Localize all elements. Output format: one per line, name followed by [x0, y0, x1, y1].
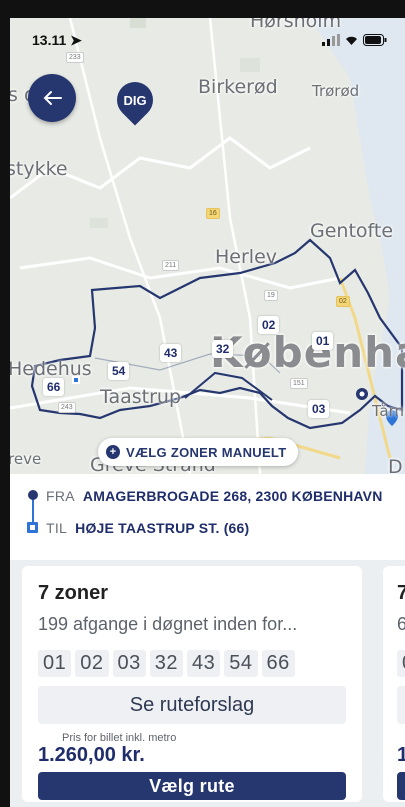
- select-route-button[interactable]: [397, 772, 405, 800]
- zone-chip: 43: [187, 650, 221, 677]
- zone-chips: 0: [397, 650, 405, 677]
- origin-dot-icon: [28, 490, 38, 500]
- route-to[interactable]: TIL HØJE TAASTRUP ST. (66): [46, 520, 249, 536]
- signal-icon: [322, 34, 340, 46]
- destination-marker: [72, 376, 80, 384]
- arrow-left-icon: [43, 91, 62, 105]
- zone-chip: 02: [75, 650, 109, 677]
- place-label: Birkerød: [198, 76, 278, 98]
- wifi-icon: [346, 36, 357, 45]
- route-summary: FRA AMAGERBROGADE 268, 2300 KØBENHAVN TI…: [10, 474, 405, 560]
- to-label: TIL: [46, 520, 68, 536]
- price-value: 1.260,00 kr.: [38, 744, 145, 766]
- select-zones-manually-label: VÆLG ZONER MANUELT: [126, 444, 287, 460]
- road-number: 243: [58, 402, 76, 413]
- price-label: Pris for billet inkl. metro: [62, 732, 177, 744]
- place-label: Tårn: [372, 402, 405, 420]
- zone-chips: 01 02 03 32 43 54 66: [38, 650, 295, 677]
- road-number: 233: [66, 52, 84, 63]
- back-button[interactable]: [28, 74, 76, 122]
- place-label: Herlev: [215, 246, 278, 268]
- destination-stop-icon: [27, 522, 38, 533]
- zone-label[interactable]: 54: [108, 362, 130, 380]
- to-value: HØJE TAASTRUP ST. (66): [75, 520, 250, 536]
- location-arrow-icon: ➤: [70, 32, 82, 48]
- from-value: AMAGERBROGADE 268, 2300 KØBENHAVN: [82, 488, 383, 504]
- road-number: 151: [290, 378, 308, 389]
- place-label: Hørsholm: [250, 18, 342, 32]
- zone-label[interactable]: 43: [160, 344, 182, 362]
- zone-label[interactable]: 03: [308, 400, 330, 418]
- zone-chip: 0: [397, 650, 405, 677]
- zone-label[interactable]: 32: [212, 340, 234, 358]
- zone-count: 7: [397, 582, 405, 604]
- zone-chip: 03: [112, 650, 146, 677]
- app-screen: Hørsholm s d Birkerød Trørød stykke Gent…: [10, 18, 405, 807]
- zone-label[interactable]: 02: [258, 316, 280, 334]
- place-label: reve: [10, 450, 42, 468]
- zone-chip: 66: [261, 650, 295, 677]
- place-label: Københa: [210, 328, 405, 377]
- select-route-button[interactable]: Vælg rute: [38, 772, 346, 800]
- map[interactable]: Hørsholm s d Birkerød Trørød stykke Gent…: [10, 18, 405, 474]
- zone-label[interactable]: 01: [312, 332, 334, 350]
- plus-icon: +: [106, 445, 120, 459]
- place-label: Taastrup: [100, 386, 182, 408]
- place-label: Gentofte: [310, 220, 394, 242]
- road-number: 16: [206, 208, 220, 219]
- zone-chip: 32: [149, 650, 183, 677]
- place-label: Trørød: [312, 82, 360, 100]
- road-number: 19: [264, 290, 278, 301]
- departures-text: 199 afgange i døgnet inden for...: [38, 614, 298, 634]
- place-label: stykke: [10, 158, 68, 180]
- price-value: 1: [397, 744, 405, 766]
- departures-text: 6: [397, 614, 405, 634]
- from-label: FRA: [46, 488, 75, 504]
- see-route-suggestions-button[interactable]: [397, 686, 405, 724]
- route-option-card[interactable]: 7 6 0 1: [383, 566, 405, 802]
- route-options[interactable]: 7 zoner 199 afgange i døgnet inden for..…: [10, 560, 405, 807]
- zone-label[interactable]: 66: [43, 378, 65, 396]
- place-label: D: [388, 456, 403, 474]
- road-number: 02: [336, 296, 350, 307]
- my-location-pin[interactable]: DIG: [109, 74, 161, 126]
- road-number: 211: [162, 260, 180, 271]
- route-from[interactable]: FRA AMAGERBROGADE 268, 2300 KØBENHAVN: [46, 488, 383, 504]
- zone-count: 7 zoner: [38, 582, 109, 604]
- pin-label: DIG: [123, 92, 147, 108]
- select-zones-manually-button[interactable]: + VÆLG ZONER MANUELT: [98, 438, 299, 466]
- status-icons: [322, 34, 387, 46]
- zone-chip: 54: [224, 650, 258, 677]
- see-route-suggestions-button[interactable]: Se ruteforslag: [38, 686, 346, 724]
- battery-icon: [363, 34, 387, 46]
- zone-chip: 01: [38, 650, 72, 677]
- route-option-card[interactable]: 7 zoner 199 afgange i døgnet inden for..…: [22, 566, 362, 802]
- status-time: 13.11 ➤: [32, 32, 82, 48]
